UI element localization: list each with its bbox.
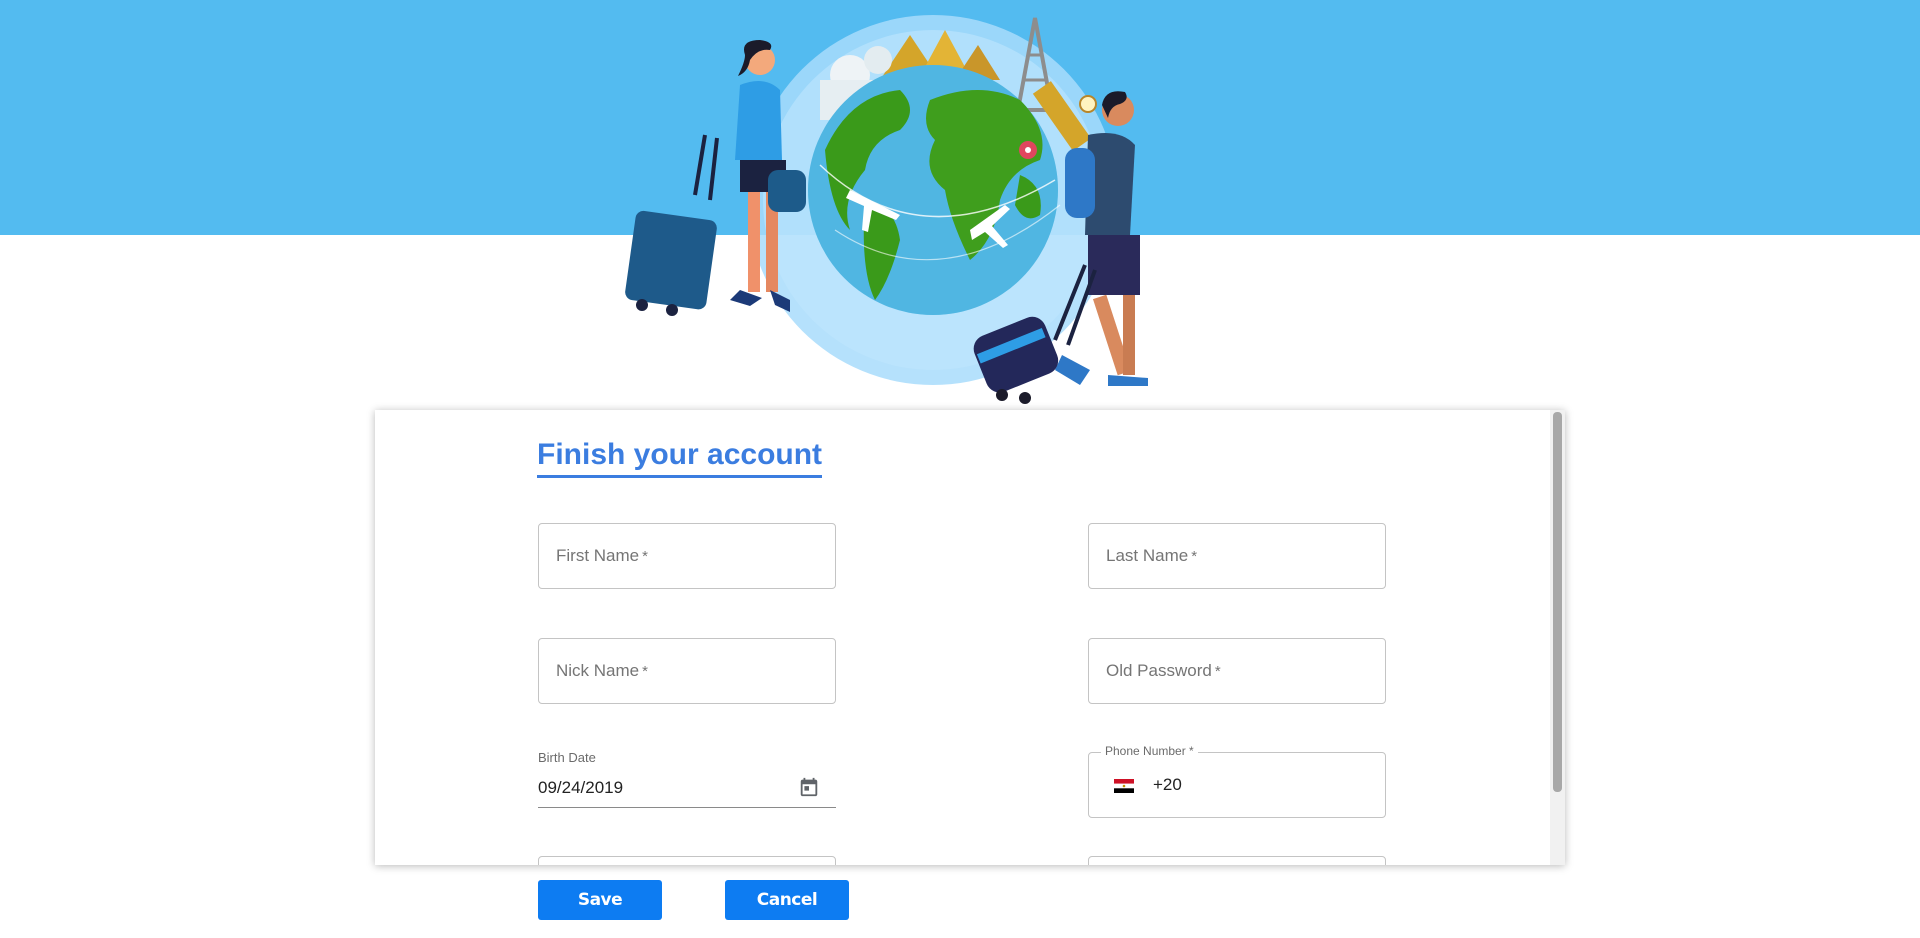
next-left-field[interactable] [538,856,836,865]
nick-name-placeholder: Nick Name * [556,661,648,680]
phone-country-code[interactable]: +20 [1153,775,1182,795]
birth-date-value[interactable]: 09/24/2019 [538,778,623,798]
last-name-field[interactable]: Last Name * [1088,523,1386,589]
nick-name-field[interactable]: Nick Name * [538,638,836,704]
old-password-field[interactable]: Old Password * [1088,638,1386,704]
phone-number-field[interactable]: Phone Number * +20 [1088,744,1386,818]
birth-date-label: Birth Date [538,750,596,765]
cancel-button[interactable]: Cancel [725,880,849,920]
account-form-card: Finish your account First Name * Last Nam… [375,410,1565,865]
form-scrollbar[interactable] [1550,410,1565,865]
egypt-flag-icon[interactable] [1114,779,1134,793]
page-title: Finish your account [537,436,823,478]
next-right-field[interactable] [1088,856,1386,865]
old-password-placeholder: Old Password * [1106,661,1221,680]
first-name-placeholder: First Name * [556,546,648,565]
birth-date-field[interactable]: Birth Date 09/24/2019 [538,750,836,820]
travel-illustration [625,15,1148,404]
first-name-field[interactable]: First Name * [538,523,836,589]
scrollbar-thumb[interactable] [1553,412,1562,792]
calendar-icon[interactable] [798,776,820,798]
last-name-placeholder: Last Name * [1106,546,1198,565]
phone-number-label: Phone Number * [1101,744,1198,758]
birth-date-underline [538,807,836,808]
save-button[interactable]: Save [538,880,662,920]
